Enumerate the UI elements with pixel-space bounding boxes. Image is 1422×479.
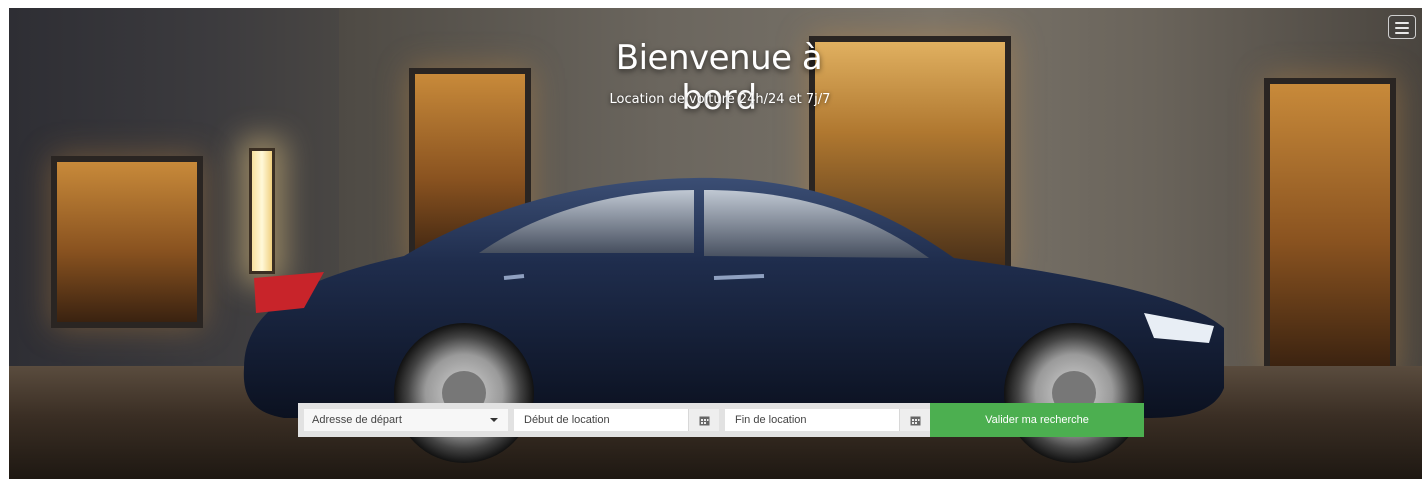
end-date-input[interactable]: Fin de location (725, 409, 899, 431)
start-date-input[interactable]: Début de location (514, 409, 688, 431)
departure-select[interactable]: Adresse de départ (298, 403, 508, 437)
end-date-field[interactable]: Fin de location (719, 403, 930, 437)
calendar-icon-svg (910, 416, 920, 425)
hamburger-bar (1395, 22, 1409, 24)
hamburger-bar (1395, 32, 1409, 34)
lit-window (51, 156, 203, 328)
lit-doorway (1264, 78, 1396, 375)
submit-search-button[interactable]: Valider ma recherche (930, 403, 1144, 437)
calendar-icon[interactable] (899, 409, 930, 431)
hamburger-bar (1395, 27, 1409, 29)
caret-down-icon (490, 418, 498, 422)
start-date-field[interactable]: Début de location (508, 403, 719, 437)
calendar-icon-svg (699, 416, 709, 425)
hamburger-icon[interactable] (1388, 15, 1416, 39)
hero-subtitle: Location de voiture 24h/24 et 7j/7 (609, 92, 831, 107)
search-form: Adresse de départ Début de location Fin … (298, 403, 1144, 437)
departure-select-label: Adresse de départ (312, 414, 402, 426)
calendar-icon[interactable] (688, 409, 719, 431)
